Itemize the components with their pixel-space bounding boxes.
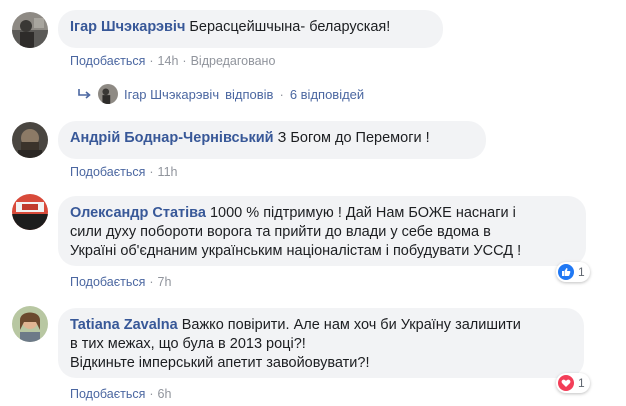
comment-text-line: в тих межах, що була в 2013 році?! — [70, 336, 306, 352]
reply-author: Ігар Шчэкарэвіч — [124, 86, 220, 102]
comment-actions: Подобається · 11h — [70, 165, 178, 179]
love-icon — [558, 375, 574, 391]
comment-author[interactable]: Ігар Шчэкарэвіч — [70, 19, 185, 35]
replies-summary[interactable]: Ігар Шчэкарэвіч відповів · 6 відповідей — [78, 84, 364, 104]
avatar[interactable] — [12, 12, 48, 48]
comment-text-line: Україні об'єднаним українським націоналі… — [70, 243, 522, 259]
comment-text-line: 1000 % підтримую ! Дай Нам БОЖЕ наснаги … — [209, 205, 516, 221]
comment-text: Берасцейшчына- беларуская! — [189, 19, 391, 35]
comment-bubble: Андрій Боднар-Чернівський З Богом до Пер… — [58, 121, 486, 159]
reply-count: 6 відповідей — [289, 86, 365, 102]
comment-actions: Подобається · 7h — [70, 275, 172, 289]
avatar[interactable] — [12, 194, 48, 230]
like-link[interactable]: Подобається — [70, 275, 145, 289]
avatar-icon — [12, 194, 48, 230]
avatar[interactable] — [12, 306, 48, 342]
reaction-badge[interactable]: 1 — [556, 373, 590, 393]
comment-author[interactable]: Андрій Боднар-Чернівський — [70, 130, 274, 146]
avatar — [98, 84, 118, 104]
avatar-icon — [12, 12, 48, 48]
comment-text: З Богом до Перемоги ! — [277, 130, 430, 146]
timestamp[interactable]: 7h — [158, 275, 172, 289]
comment-text-line: Відкиньте імперський апетит завойовувати… — [70, 355, 370, 371]
comment-author[interactable]: Олександр Статіва — [70, 205, 206, 221]
comment-author[interactable]: Tatiana Zavalna — [70, 317, 178, 333]
like-link[interactable]: Подобається — [70, 165, 145, 179]
like-link[interactable]: Подобається — [70, 54, 145, 68]
like-icon — [558, 264, 574, 280]
timestamp[interactable]: 6h — [158, 387, 172, 401]
reaction-count: 1 — [578, 265, 585, 279]
reply-replied: відповів — [225, 86, 274, 102]
comment-actions: Подобається · 6h — [70, 387, 172, 401]
avatar-icon — [12, 306, 48, 342]
avatar-icon — [98, 84, 118, 104]
like-link[interactable]: Подобається — [70, 387, 145, 401]
avatar[interactable] — [12, 122, 48, 158]
comment-actions: Подобається · 14h · Відредаговано — [70, 54, 276, 68]
comment-text-line: сили духу побороти ворога та прийти до в… — [70, 224, 491, 240]
timestamp[interactable]: 14h — [158, 54, 179, 68]
comment-bubble: Tatiana Zavalna Важко повірити. Але нам … — [58, 308, 584, 378]
comment-bubble: Ігар Шчэкарэвіч Берасцейшчына- беларуска… — [58, 10, 443, 48]
avatar-icon — [12, 122, 48, 158]
comment-bubble: Олександр Статіва 1000 % підтримую ! Дай… — [58, 196, 586, 266]
comment-text-line: Важко повірити. Але нам хоч би Україну з… — [181, 317, 521, 333]
reaction-count: 1 — [578, 376, 585, 390]
timestamp[interactable]: 11h — [158, 165, 178, 179]
reaction-badge[interactable]: 1 — [556, 262, 590, 282]
edited-label[interactable]: Відредаговано — [191, 54, 276, 68]
reply-arrow-icon — [78, 89, 91, 99]
